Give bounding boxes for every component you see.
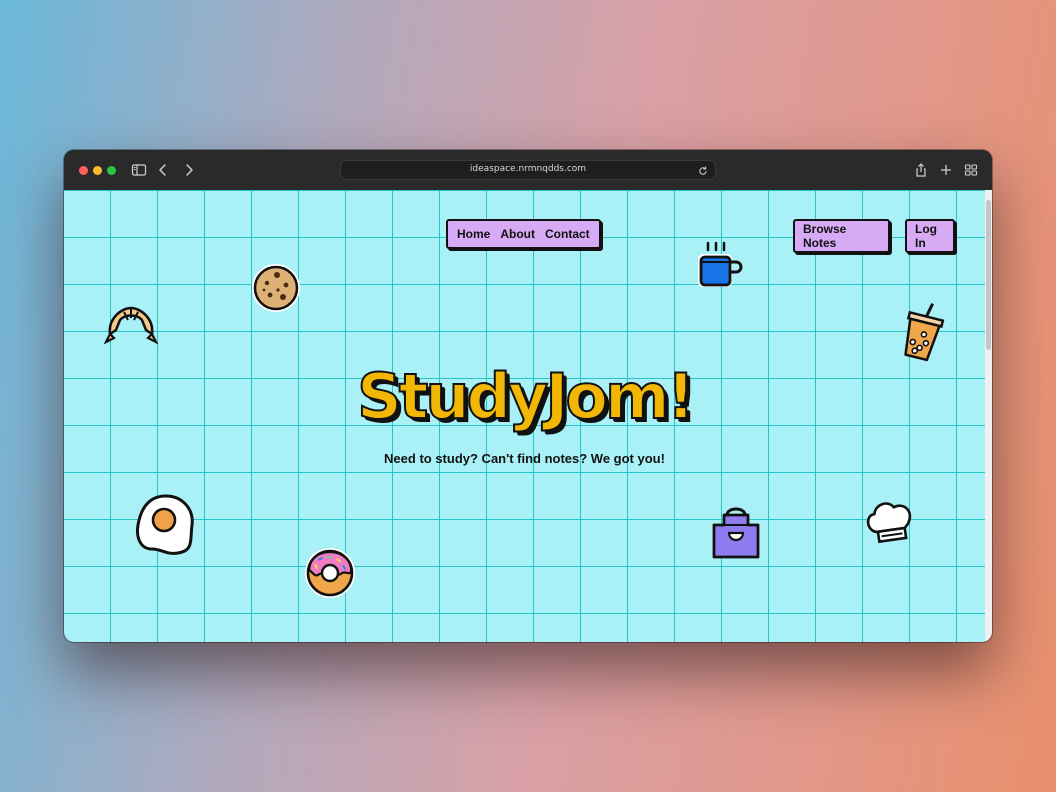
share-icon[interactable] <box>912 161 930 179</box>
page-scrollbar[interactable] <box>985 190 992 642</box>
croissant-icon <box>103 300 159 348</box>
forward-icon[interactable] <box>180 161 198 179</box>
hero-subtitle: Need to study? Can't find notes? We got … <box>384 451 665 466</box>
scrollbar-thumb[interactable] <box>986 200 991 350</box>
browser-window: ideaspace.nrmnqdds.com Home About Contac… <box>64 150 992 642</box>
zoom-window-button[interactable] <box>107 166 116 175</box>
hero-title: StudyJom! <box>356 359 696 434</box>
close-window-button[interactable] <box>79 166 88 175</box>
coffee-cup-icon <box>694 240 746 292</box>
fried-egg-icon <box>134 493 196 557</box>
new-tab-icon[interactable] <box>937 161 955 179</box>
address-bar-url: ideaspace.nrmnqdds.com <box>469 164 587 174</box>
chef-hat-icon <box>864 498 916 550</box>
main-nav: Home About Contact <box>446 219 601 249</box>
minimize-window-button[interactable] <box>93 166 102 175</box>
boba-tea-icon <box>897 300 947 364</box>
nav-link-home[interactable]: Home <box>457 227 490 241</box>
sidebar-icon[interactable] <box>130 161 148 179</box>
browser-toolbar: ideaspace.nrmnqdds.com <box>64 150 992 190</box>
address-bar[interactable]: ideaspace.nrmnqdds.com <box>340 160 716 180</box>
nav-link-about[interactable]: About <box>500 227 535 241</box>
tab-overview-icon[interactable] <box>962 161 980 179</box>
login-button[interactable]: Log In <box>905 219 955 253</box>
reload-icon[interactable] <box>697 164 709 176</box>
cookie-icon <box>250 262 302 314</box>
apron-icon <box>708 503 764 561</box>
back-icon[interactable] <box>154 161 172 179</box>
page-viewport: Home About Contact Browse Notes Log In S… <box>64 190 985 642</box>
nav-link-contact[interactable]: Contact <box>545 227 590 241</box>
donut-icon <box>304 547 356 599</box>
browse-notes-button[interactable]: Browse Notes <box>793 219 890 253</box>
